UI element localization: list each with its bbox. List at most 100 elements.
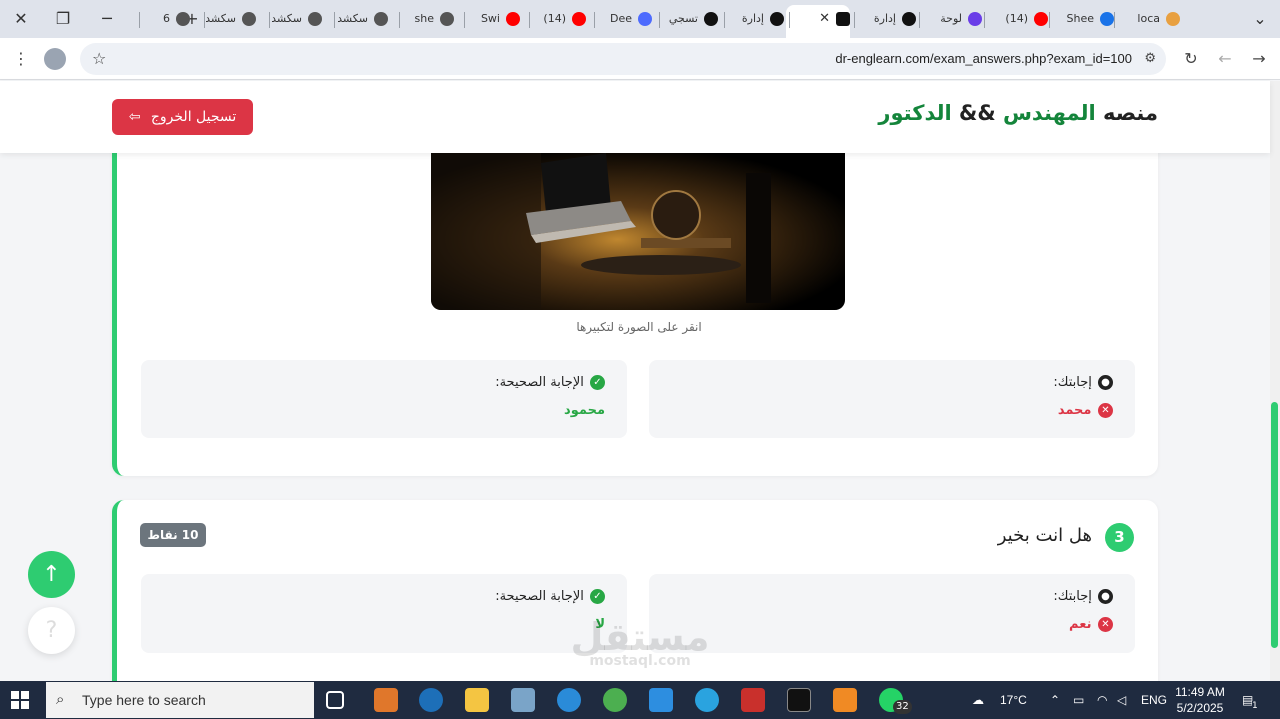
browser-tab[interactable]: ✕ [786,5,850,38]
browser-tab[interactable]: Swi [456,8,520,30]
your-answer-label-text: إجابتك: [1053,375,1092,390]
access-icon[interactable] [741,688,765,712]
tray-chevron-icon[interactable]: ⌃ [1050,681,1060,719]
wifi-icon[interactable]: ◠ [1097,681,1107,719]
tab-separator [659,12,660,28]
back-icon[interactable]: ← [1212,46,1238,72]
tab-label: إدارة [741,12,764,25]
logout-label: تسجيل الخروج [150,109,237,125]
browser-tab[interactable]: إدارة [852,8,916,30]
browser-tab[interactable]: سكشد [192,8,256,30]
omnibox[interactable]: ☆ dr-englearn.com/exam_answers.php?exam_… [80,43,1166,75]
help-button[interactable]: ? [28,607,75,654]
dx-icon[interactable] [787,688,811,712]
settings-app-icon[interactable] [511,688,535,712]
restore-window-icon[interactable]: ❐ [48,6,78,32]
tab-label: تسجي [668,12,698,25]
tab-separator [334,12,335,28]
language-indicator[interactable]: ENG [1141,681,1167,719]
your-answer-box: ● إجابتك: ✕ محمد [649,360,1135,438]
minimize-window-icon[interactable]: ─ [92,6,122,32]
matlab-icon[interactable] [374,688,398,712]
temperature[interactable]: 17°C [1000,681,1027,719]
telegram-icon[interactable] [695,688,719,712]
browser-tab[interactable]: 6 [126,8,190,30]
tab-favicon [242,12,256,26]
brand-and: && [959,101,996,125]
browser-tab[interactable]: لوحة [918,8,982,30]
volume-icon[interactable]: ◁ [1117,681,1126,719]
browser-tab[interactable]: سكشد [258,8,322,30]
tab-label: Dee [609,12,632,25]
tab-favicon [1100,12,1114,26]
tab-favicon [836,12,850,26]
x-circle-icon: ✕ [1098,403,1113,418]
tab-separator [1114,12,1115,28]
tab-label: loca [1137,12,1160,25]
notification-icon[interactable]: ▤ [1242,681,1253,719]
browser-tab[interactable]: loca [1116,8,1180,30]
logout-button[interactable]: تسجيل الخروج ⇦ [112,99,253,135]
browser-tab[interactable]: Dee [588,8,652,30]
task-view-icon[interactable] [326,691,344,709]
clock[interactable]: 11:49 AM 5/2/2025 [1170,684,1230,716]
correct-answer-label-text-q3: الإجابة الصحيحة: [495,589,584,604]
tab-favicon [1034,12,1048,26]
browser-tab[interactable]: Shee [1050,8,1114,30]
your-answer-label-text-q3: إجابتك: [1053,589,1092,604]
your-answer-label: ● إجابتك: [1053,375,1113,390]
tab-separator [854,12,855,28]
your-answer-value-text-q3: نعم [1069,617,1092,632]
search-placeholder: Type here to search [82,692,206,708]
page-scrollbar-thumb[interactable] [1271,402,1278,648]
browser-tab[interactable]: إدارة [720,8,784,30]
correct-answer-value: محمود [564,403,605,418]
taskbar-search[interactable]: ⌕ Type here to search [46,682,314,718]
url-text[interactable]: dr-englearn.com/exam_answers.php?exam_id… [835,43,1132,75]
tab-favicon [770,12,784,26]
question-image[interactable] [431,153,845,310]
edge-icon[interactable] [557,688,581,712]
reload-icon[interactable]: ↻ [1178,46,1204,72]
tab-search-icon[interactable]: ⌄ [1245,6,1275,32]
chrome-icon[interactable] [603,688,627,712]
xampp-icon[interactable] [833,688,857,712]
tab-separator [139,12,140,28]
windows-start-icon[interactable] [10,690,30,710]
notification-count: 1 [1252,701,1258,712]
tab-favicon [968,12,982,26]
tab-label: إدارة [873,12,896,25]
battery-icon[interactable]: ▭ [1073,681,1084,719]
vscode-icon[interactable] [649,688,673,712]
tab-favicon [308,12,322,26]
your-answer-value-q3: ✕ نعم [1069,617,1113,632]
question-number-badge: 3 [1105,523,1134,552]
file-explorer-icon[interactable] [465,688,489,712]
menu-icon[interactable]: ⋮ [8,46,34,72]
tab-close-icon[interactable]: ✕ [819,5,830,33]
question-title: هل انت بخير [997,525,1092,546]
browser-tab[interactable]: تسجي [654,8,718,30]
tab-label: (14) [1005,12,1028,25]
app-icon[interactable] [419,688,443,712]
weather-icon[interactable]: ☁ [972,681,984,719]
correct-answer-label: ✓ الإجابة الصحيحة: [495,375,605,390]
scroll-to-top-button[interactable]: ↑ [28,551,75,598]
tab-label: 6 [163,12,170,25]
browser-tab[interactable]: (14) [522,8,586,30]
close-window-icon[interactable]: ✕ [6,6,36,32]
browser-tab[interactable]: (14) [984,8,1048,30]
correct-answer-box: ✓ الإجابة الصحيحة: محمود [141,360,627,438]
profile-avatar[interactable] [44,48,66,70]
tab-label: لوحة [940,12,962,25]
tab-separator [204,12,205,28]
bookmark-star-icon[interactable]: ☆ [92,43,106,75]
site-brand[interactable]: منصه المهندس && الدكتور [878,101,1158,125]
check-circle-icon: ✓ [590,589,605,604]
search-icon: ⌕ [56,691,65,708]
address-bar-row: ⋮ ☆ dr-englearn.com/exam_answers.php?exa… [0,38,1280,80]
site-settings-icon[interactable]: ⚙ [1144,43,1156,75]
tab-separator [789,12,790,28]
forward-icon[interactable]: → [1246,46,1272,72]
tab-favicon [902,12,916,26]
